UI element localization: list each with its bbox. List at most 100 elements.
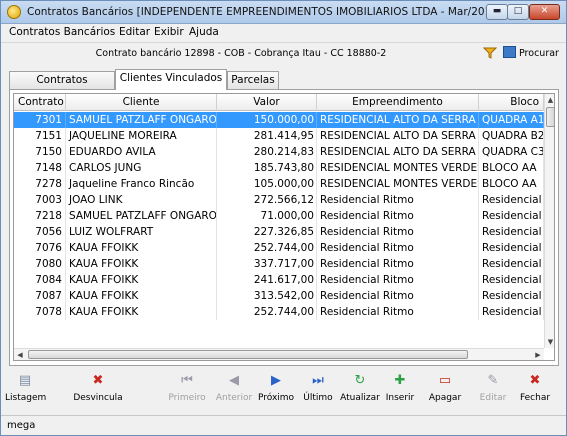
menu-bar: Contratos Bancários Editar Exibir Ajuda xyxy=(1,24,566,42)
table-row[interactable]: 7076 KAUA FFOIKK 252.744,00 Residencial Rit… xyxy=(14,240,544,256)
vertical-scroll-thumb[interactable] xyxy=(546,107,554,127)
cell-bloco: Residencial Ri xyxy=(479,208,544,224)
tab-contratos-bancarios[interactable]: Contratos Bancários xyxy=(9,71,115,102)
table-row[interactable]: 7084 KAUA FFOIKK 241.617,00 Residencial Rit… xyxy=(14,272,544,288)
apagar-button[interactable]: ▭ Apagar xyxy=(424,371,466,411)
fechar-button[interactable]: ✖ Fechar xyxy=(514,371,556,411)
menu-ajuda[interactable]: Ajuda xyxy=(189,26,219,38)
minimize-button[interactable]: ▬ xyxy=(486,4,508,20)
menu-contratos-bancarios[interactable]: Contratos Bancários xyxy=(9,26,115,38)
table-row[interactable]: 7056 LUIZ WOLFRART 227.326,85 Residencial R… xyxy=(14,224,544,240)
toolbar-button-label: Último xyxy=(303,393,333,403)
title-bar[interactable]: Contratos Bancários [INDEPENDENTE EMPREE… xyxy=(1,1,566,24)
cell-cliente: Jaqueline Franco Rincão xyxy=(66,176,217,192)
listagem-button[interactable]: ▤ Listagem xyxy=(5,371,46,411)
proximo-button[interactable]: ▶ Próximo xyxy=(256,371,296,411)
table-row[interactable]: 7003 JOAO LINK 272.566,12 Residencial Ritmo… xyxy=(14,192,544,208)
unlink-icon: ✖ xyxy=(92,373,104,388)
menu-exibir[interactable]: Exibir xyxy=(154,26,184,38)
atualizar-button[interactable]: ↻ Atualizar xyxy=(338,371,382,411)
delete-icon: ▭ xyxy=(438,373,452,388)
close-window-button[interactable]: ✕ xyxy=(529,4,560,20)
cell-empreendimento: Residencial Ritmo xyxy=(317,240,479,256)
window-title: Contratos Bancários [INDEPENDENTE EMPREE… xyxy=(27,6,503,18)
toolbar-button-label: Fechar xyxy=(519,393,551,403)
table-row[interactable]: 7301 SAMUEL PATZLAFF ONGARO 150.000,00 RESI… xyxy=(14,112,544,128)
scroll-left-icon[interactable]: ◀ xyxy=(14,349,26,360)
cell-contrato: 7078 xyxy=(14,304,66,320)
cell-valor: 337.717,00 xyxy=(217,256,317,272)
table-row[interactable]: 7278 Jaqueline Franco Rincão 105.000,00 RES… xyxy=(14,176,544,192)
filter-icon[interactable] xyxy=(483,47,497,59)
scroll-down-icon[interactable]: ▼ xyxy=(545,336,554,348)
desvincula-button[interactable]: ✖ Desvincula xyxy=(67,371,129,411)
search-label: Procurar xyxy=(519,48,559,59)
column-header-bloco[interactable]: Bloco xyxy=(479,94,544,111)
cell-contrato: 7218 xyxy=(14,208,66,224)
cell-cliente: CARLOS JUNG xyxy=(66,160,217,176)
table-row[interactable]: 7148 CARLOS JUNG 185.743,80 RESIDENCIAL MON… xyxy=(14,160,544,176)
column-header-valor[interactable]: Valor xyxy=(217,94,317,111)
toolbar-button-label: Desvincula xyxy=(73,393,123,403)
cell-contrato: 7301 xyxy=(14,112,66,128)
tab-parcelas[interactable]: Parcelas xyxy=(227,71,279,89)
menu-editar[interactable]: Editar xyxy=(119,26,150,38)
cell-valor: 281.414,95 xyxy=(217,128,317,144)
app-window: Contratos Bancários [INDEPENDENTE EMPREE… xyxy=(0,0,567,436)
action-toolbar: ▤ Listagem ✖ Desvincula ⏮ Primeiro ◀ Anterior ▶ P… xyxy=(1,369,566,415)
cell-empreendimento: RESIDENCIAL MONTES VERDES xyxy=(317,160,479,176)
cell-empreendimento: Residencial Ritmo xyxy=(317,208,479,224)
tab-clientes-vinculados[interactable]: Clientes Vinculados xyxy=(115,69,227,90)
ultimo-button[interactable]: ⏭ Último xyxy=(300,371,336,411)
toolbar-button-label: Inserir xyxy=(385,393,415,403)
cell-contrato: 7150 xyxy=(14,144,66,160)
table-row[interactable]: 7080 KAUA FFOIKK 337.717,00 Residencial Rit… xyxy=(14,256,544,272)
cell-cliente: EDUARDO AVILA xyxy=(66,144,217,160)
toolbar-button-label: Apagar xyxy=(428,393,462,403)
cell-empreendimento: RESIDENCIAL ALTO DA SERRA xyxy=(317,128,479,144)
column-header-cliente[interactable]: Cliente xyxy=(66,94,217,111)
cell-valor: 252.744,00 xyxy=(217,304,317,320)
cell-valor: 105.000,00 xyxy=(217,176,317,192)
app-icon xyxy=(7,5,21,19)
cell-bloco: Residencial Ri xyxy=(479,288,544,304)
search-button[interactable]: Procurar xyxy=(503,46,559,62)
horizontal-scroll-thumb[interactable] xyxy=(28,350,468,359)
cell-contrato: 7080 xyxy=(14,256,66,272)
cell-bloco: QUADRA A1 xyxy=(479,112,544,128)
horizontal-scrollbar[interactable]: ◀ ▶ xyxy=(14,348,544,360)
toolbar-button-label: Atualizar xyxy=(340,393,380,403)
table-row[interactable]: 7150 EDUARDO AVILA 280.214,83 RESIDENCIAL A… xyxy=(14,144,544,160)
vertical-scrollbar[interactable]: ▲ ▼ xyxy=(544,94,554,348)
cell-valor: 71.000,00 xyxy=(217,208,317,224)
cell-bloco: Residencial Ri xyxy=(479,304,544,320)
inserir-button[interactable]: ✚ Inserir xyxy=(380,371,420,411)
cell-contrato: 7148 xyxy=(14,160,66,176)
table-row[interactable]: 7087 KAUA FFOIKK 313.542,00 Residencial Rit… xyxy=(14,288,544,304)
table-row[interactable]: 7151 JAQUELINE MOREIRA 281.414,95 RESIDENCI… xyxy=(14,128,544,144)
cell-empreendimento: Residencial Ritmo xyxy=(317,304,479,320)
cell-bloco: BLOCO AA xyxy=(479,160,544,176)
cell-bloco: Residencial Ri xyxy=(479,240,544,256)
cell-empreendimento: RESIDENCIAL MONTES VERDES xyxy=(317,176,479,192)
list-icon: ▤ xyxy=(18,373,32,388)
editar-button[interactable]: ✎ Editar xyxy=(475,371,511,411)
next-icon: ▶ xyxy=(271,373,281,388)
scroll-up-icon[interactable]: ▲ xyxy=(545,94,554,106)
maximize-button[interactable]: □ xyxy=(507,4,529,20)
table-row[interactable]: 7218 SAMUEL PATZLAFF ONGARO 71.000,00 Resid… xyxy=(14,208,544,224)
column-header-empreendimento[interactable]: Empreendimento xyxy=(317,94,479,111)
scroll-right-icon[interactable]: ▶ xyxy=(532,349,544,360)
cell-valor: 280.214,83 xyxy=(217,144,317,160)
previous-icon: ◀ xyxy=(229,373,239,388)
cell-bloco: BLOCO AA xyxy=(479,176,544,192)
cell-contrato: 7084 xyxy=(14,272,66,288)
table-row[interactable]: 7078 KAUA FFOIKK 252.744,00 Residencial Rit… xyxy=(14,304,544,320)
cell-empreendimento: Residencial Ritmo xyxy=(317,192,479,208)
primeiro-button[interactable]: ⏮ Primeiro xyxy=(165,371,209,411)
column-header-contrato[interactable]: Contrato xyxy=(14,94,66,111)
cell-cliente: JOAO LINK xyxy=(66,192,217,208)
cell-cliente: KAUA FFOIKK xyxy=(66,272,217,288)
cell-cliente: LUIZ WOLFRART xyxy=(66,224,217,240)
anterior-button[interactable]: ◀ Anterior xyxy=(213,371,255,411)
